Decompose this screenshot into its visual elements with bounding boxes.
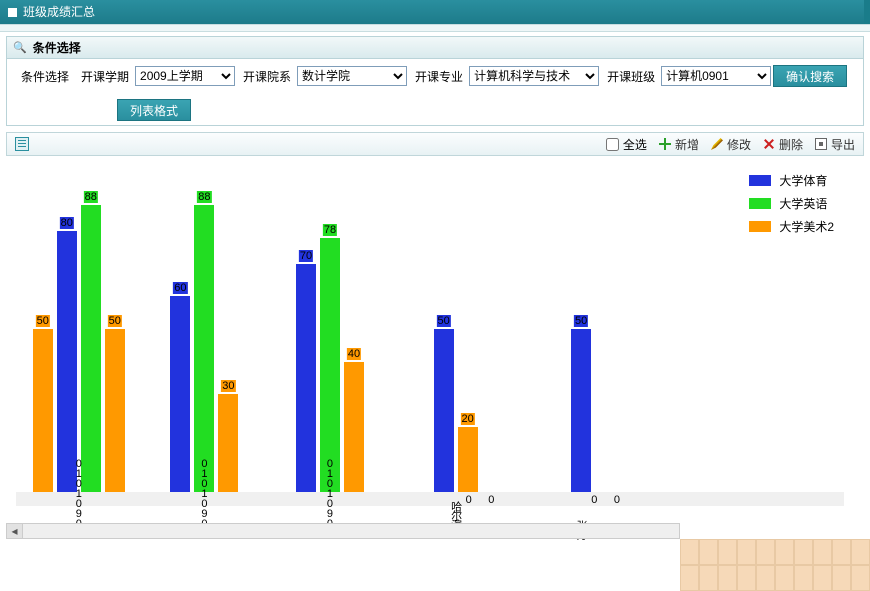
bar-value-label: 50 bbox=[108, 315, 122, 327]
select-all-label: 全选 bbox=[623, 136, 647, 153]
chart-bar: 50 bbox=[571, 329, 591, 492]
chart-group: 70784001010901 bbox=[267, 166, 393, 492]
search-button[interactable]: 确认搜索 bbox=[773, 65, 847, 87]
zero-marker: 0 bbox=[591, 494, 597, 506]
dept-select[interactable]: 数计学院 bbox=[297, 66, 407, 86]
export-icon bbox=[815, 138, 827, 150]
bar-value-label: 60 bbox=[173, 282, 187, 294]
filter-panel-header: 🔍 条件选择 bbox=[7, 37, 863, 59]
bar-value-label: 78 bbox=[323, 224, 337, 236]
chart-bar: 40 bbox=[344, 362, 364, 492]
plus-icon bbox=[659, 138, 671, 150]
bar-value-label: 50 bbox=[436, 315, 450, 327]
term-select[interactable]: 2009上学期 bbox=[135, 66, 235, 86]
bar-value-label: 50 bbox=[574, 315, 588, 327]
legend-swatch bbox=[749, 198, 771, 209]
bar-value-label: 88 bbox=[84, 191, 98, 203]
filter-panel-title: 条件选择 bbox=[33, 37, 81, 59]
edit-button[interactable]: 修改 bbox=[711, 136, 751, 153]
search-icon: 🔍 bbox=[13, 37, 27, 59]
chart-group: 60883001010901 bbox=[142, 166, 268, 492]
zero-marker: 0 bbox=[488, 494, 494, 506]
bar-value-label: 50 bbox=[36, 315, 50, 327]
filter-label-main: 条件选择 bbox=[21, 68, 69, 85]
grid-icon[interactable] bbox=[15, 137, 29, 151]
chart-plot: 5080885001010901608830010109017078400101… bbox=[16, 166, 844, 506]
bar-value-label: 30 bbox=[221, 380, 235, 392]
bar-value-label: 80 bbox=[60, 217, 74, 229]
legend-label: 大学美术2 bbox=[779, 218, 834, 235]
list-format-button[interactable]: 列表格式 bbox=[117, 99, 191, 121]
horizontal-scrollbar[interactable]: ◂ bbox=[6, 523, 680, 539]
select-all-checkbox[interactable] bbox=[606, 138, 619, 151]
major-select[interactable]: 计算机科学与技术 bbox=[469, 66, 599, 86]
bar-value-label: 40 bbox=[347, 348, 361, 360]
chart-group: 5080885001010901 bbox=[16, 166, 142, 492]
scroll-track[interactable] bbox=[23, 524, 679, 538]
action-toolbar: 全选 新增 修改 删除 导出 bbox=[6, 132, 864, 156]
chart-bar: 88 bbox=[81, 205, 101, 492]
legend-swatch bbox=[749, 175, 771, 186]
chart-bar: 50 bbox=[434, 329, 454, 492]
legend-label: 大学英语 bbox=[779, 195, 827, 212]
scroll-left-arrow[interactable]: ◂ bbox=[7, 524, 23, 538]
chart-bar: 88 bbox=[194, 205, 214, 492]
filter-panel: 🔍 条件选择 条件选择 开课学期 2009上学期 开课院系 数计学院 开课专业 … bbox=[6, 36, 864, 126]
chart-bar: 60 bbox=[170, 296, 190, 492]
chart-area: 5080885001010901608830010109017078400101… bbox=[6, 162, 864, 562]
legend-item: 大学体育 bbox=[749, 172, 834, 189]
delete-button[interactable]: 删除 bbox=[763, 136, 803, 153]
filter-label-dept: 开课院系 bbox=[243, 68, 291, 85]
filter-label-major: 开课专业 bbox=[415, 68, 463, 85]
chart-groups: 5080885001010901608830010109017078400101… bbox=[16, 166, 644, 492]
chart-bar: 50 bbox=[33, 329, 53, 492]
chart-group: 5020哈尔滨200 bbox=[393, 166, 519, 492]
window-titlebar: 班级成绩汇总 bbox=[0, 0, 870, 24]
legend-label: 大学体育 bbox=[779, 172, 827, 189]
filter-panel-body: 条件选择 开课学期 2009上学期 开课院系 数计学院 开课专业 计算机科学与技… bbox=[7, 59, 863, 125]
zero-marker: 0 bbox=[614, 494, 620, 506]
window-icon bbox=[8, 8, 17, 17]
legend-item: 大学美术2 bbox=[749, 218, 834, 235]
titlebar-divider bbox=[0, 24, 870, 32]
chart-bar: 70 bbox=[296, 264, 316, 492]
export-button[interactable]: 导出 bbox=[815, 136, 855, 153]
chart-group: 50张芳00 bbox=[518, 166, 644, 492]
chart-bar: 50 bbox=[105, 329, 125, 492]
filter-label-term: 开课学期 bbox=[81, 68, 129, 85]
bar-value-label: 88 bbox=[197, 191, 211, 203]
window-title: 班级成绩汇总 bbox=[23, 0, 95, 24]
chart-legend: 大学体育大学英语大学美术2 bbox=[749, 172, 834, 241]
chart-bar: 80 bbox=[57, 231, 77, 492]
delete-icon bbox=[763, 138, 775, 150]
add-button[interactable]: 新增 bbox=[659, 136, 699, 153]
class-select[interactable]: 计算机0901 bbox=[661, 66, 771, 86]
chart-baseline bbox=[16, 492, 844, 506]
chart-bar: 30 bbox=[218, 394, 238, 492]
chart-bar: 20 bbox=[458, 427, 478, 492]
legend-item: 大学英语 bbox=[749, 195, 834, 212]
legend-swatch bbox=[749, 221, 771, 232]
watermark-grid bbox=[680, 539, 870, 591]
zero-marker: 0 bbox=[466, 494, 472, 506]
bar-value-label: 70 bbox=[299, 250, 313, 262]
pencil-icon bbox=[711, 138, 723, 150]
bar-value-label: 20 bbox=[460, 413, 474, 425]
filter-label-class: 开课班级 bbox=[607, 68, 655, 85]
chart-bar: 78 bbox=[320, 238, 340, 492]
